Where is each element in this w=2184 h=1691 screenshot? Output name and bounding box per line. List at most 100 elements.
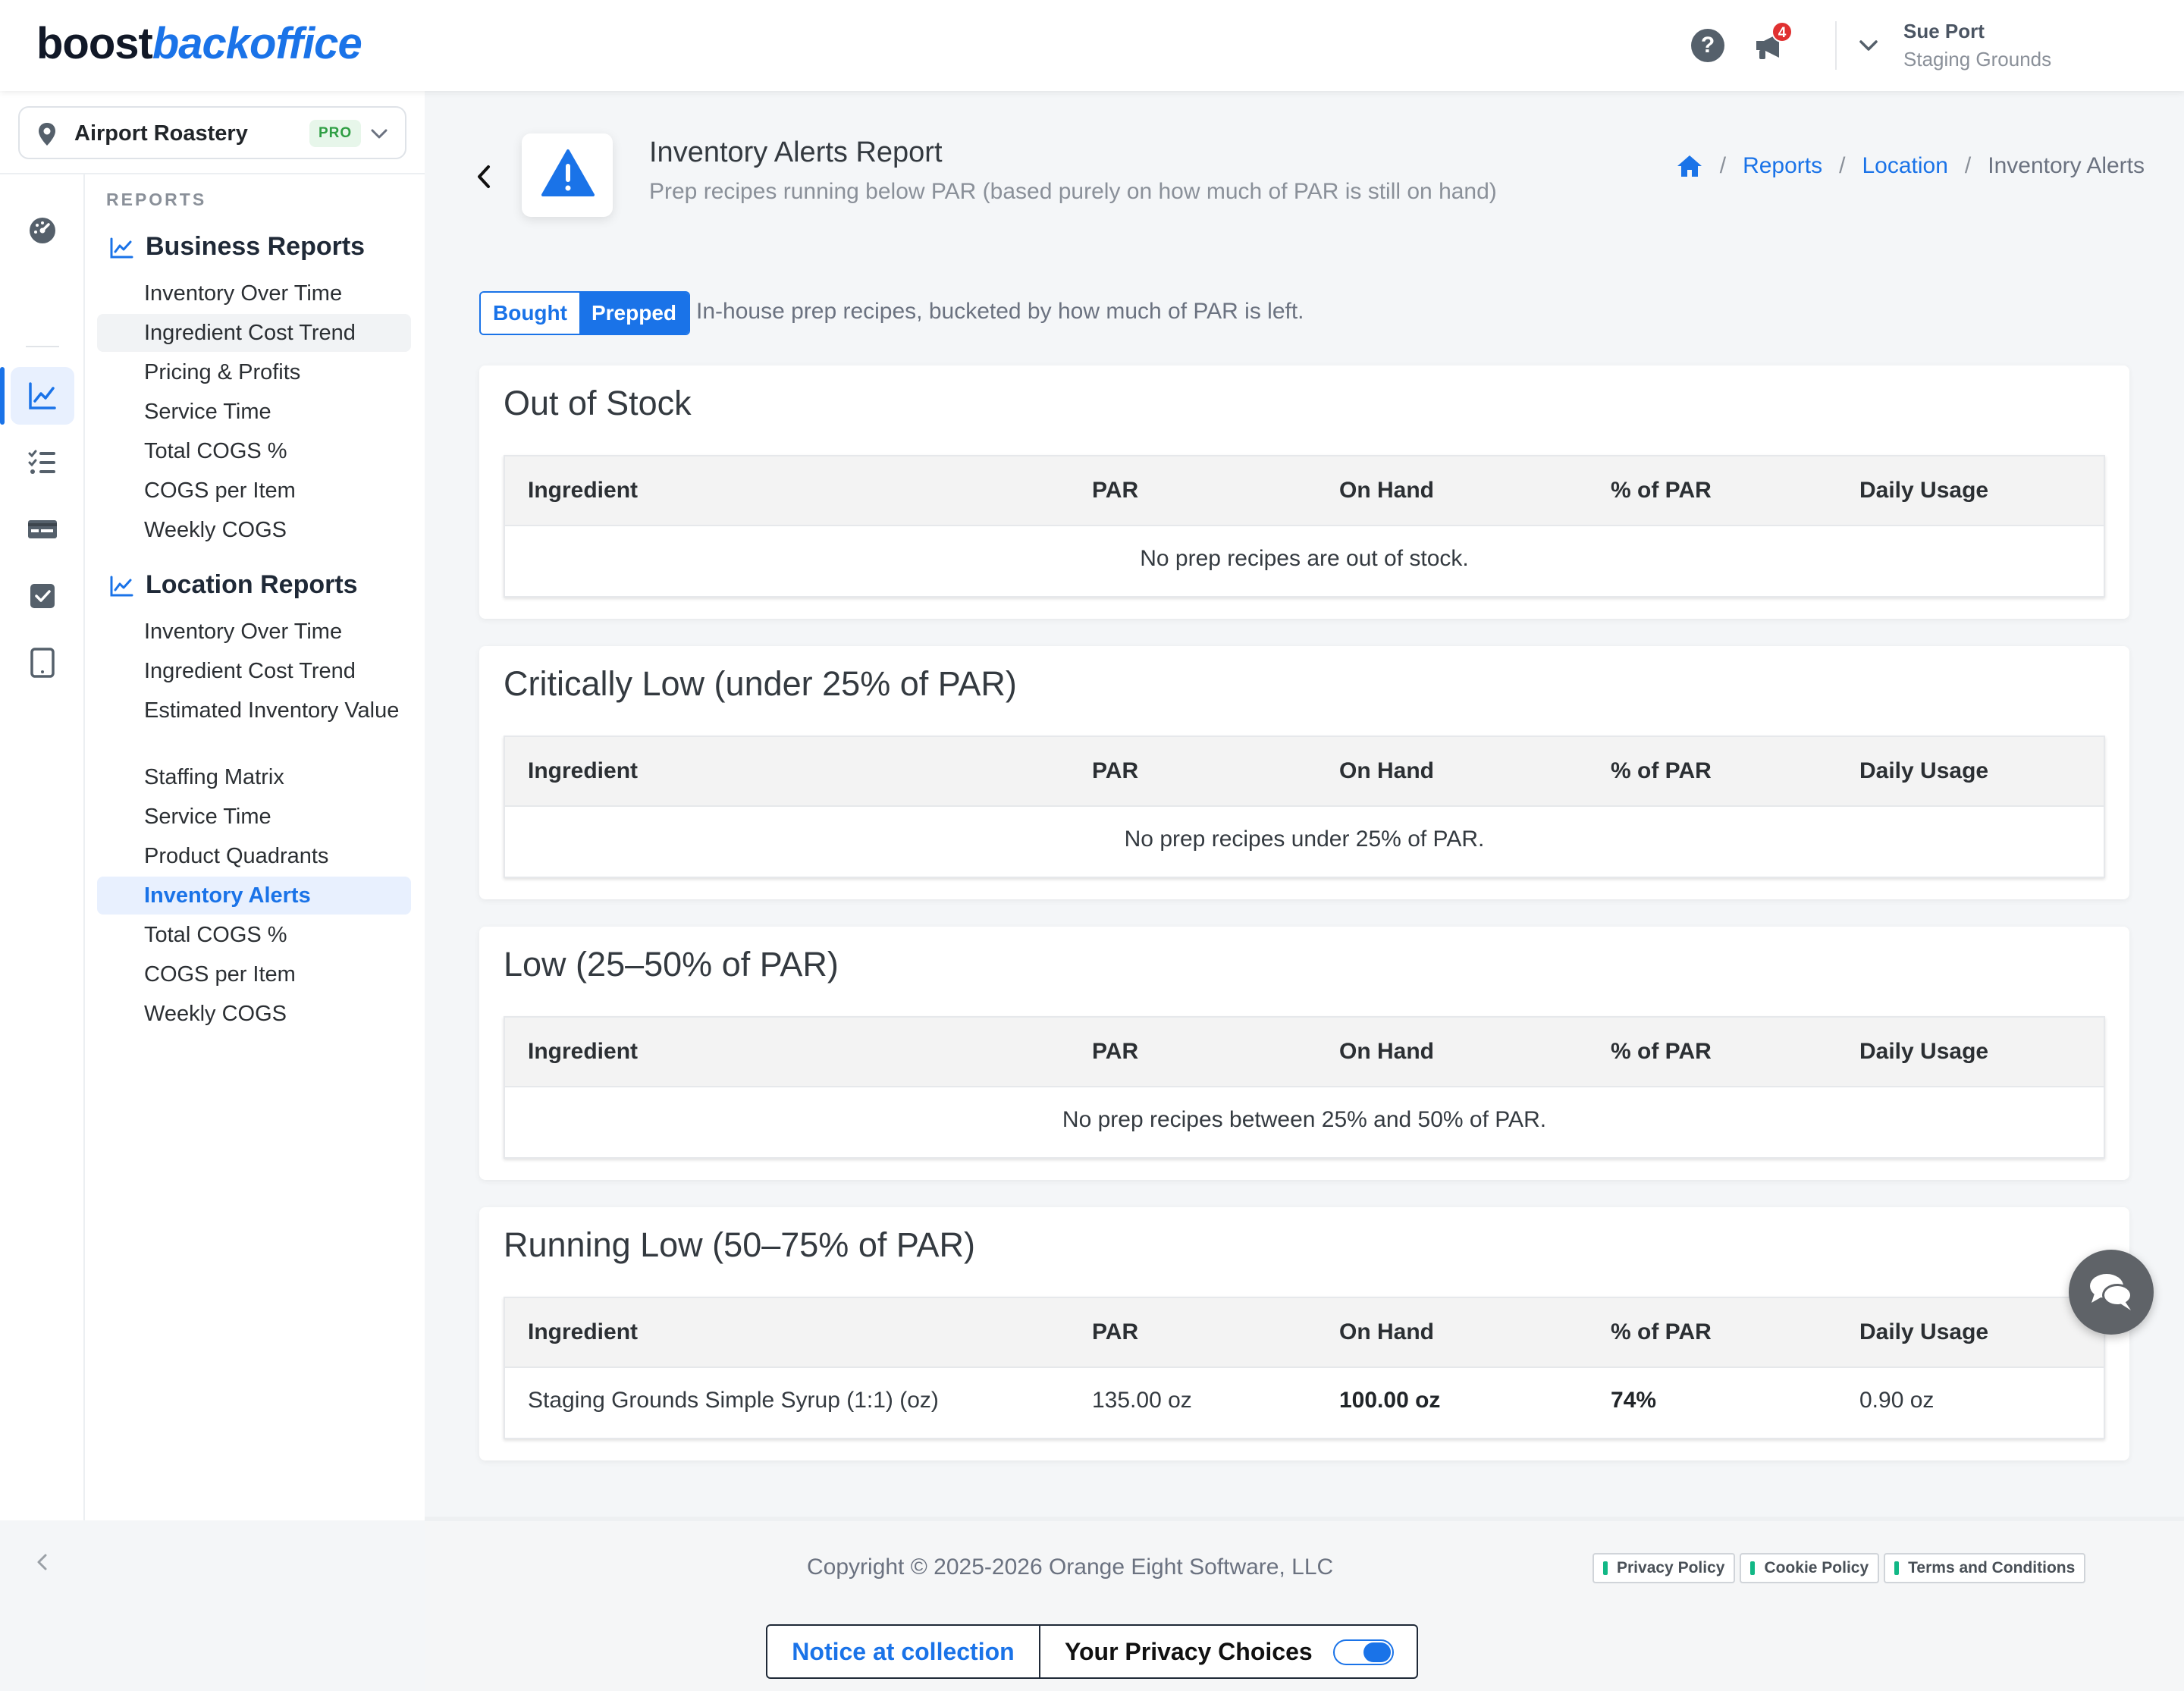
cell-par: 135.00 oz bbox=[1092, 1388, 1192, 1413]
section-card-out-of-stock: Out of Stock Ingredient PAR On Hand % of… bbox=[479, 365, 2129, 619]
table-row[interactable]: Staging Grounds Simple Syrup (1:1) (oz) … bbox=[505, 1368, 2104, 1438]
breadcrumb-reports[interactable]: Reports bbox=[1743, 153, 1822, 179]
terms-link[interactable]: Terms and Conditions bbox=[1884, 1553, 2086, 1583]
menu-item-total-cogs[interactable]: Total COGS % bbox=[97, 432, 411, 470]
logo-text-boost: boost bbox=[36, 19, 153, 68]
menu-item-service-time[interactable]: Service Time bbox=[97, 393, 411, 431]
menu-item-service-time[interactable]: Service Time bbox=[97, 798, 411, 836]
cell-ingredient: Staging Grounds Simple Syrup (1:1) (oz) bbox=[528, 1388, 939, 1413]
menu-item-total-cogs[interactable]: Total COGS % bbox=[97, 916, 411, 954]
col-on-hand[interactable]: On Hand bbox=[1339, 1039, 1434, 1065]
card-terminal-icon bbox=[28, 520, 57, 538]
page-subtitle: Prep recipes running below PAR (based pu… bbox=[649, 179, 1497, 204]
checkbox-icon bbox=[30, 584, 55, 608]
tablet-icon bbox=[30, 648, 55, 678]
rail-dashboard[interactable] bbox=[11, 202, 74, 259]
col-daily-usage[interactable]: Daily Usage bbox=[1859, 478, 1988, 504]
breadcrumb: / Reports / Location / Inventory Alerts bbox=[1676, 153, 2145, 179]
rail-checklists[interactable] bbox=[11, 434, 74, 491]
menu-item-ingredient-cost-trend[interactable]: Ingredient Cost Trend bbox=[97, 314, 411, 352]
col-daily-usage[interactable]: Daily Usage bbox=[1859, 758, 1988, 784]
menu-item-inventory-over-time[interactable]: Inventory Over Time bbox=[97, 275, 411, 312]
table-header: Ingredient PAR On Hand % of PAR Daily Us… bbox=[505, 1018, 2104, 1087]
icon-rail bbox=[0, 174, 85, 1570]
alerts-table: Ingredient PAR On Hand % of PAR Daily Us… bbox=[504, 1297, 2105, 1439]
rail-reports[interactable] bbox=[0, 367, 74, 425]
toggle-prepped-button[interactable]: Prepped bbox=[579, 293, 689, 334]
col-pct-par[interactable]: % of PAR bbox=[1611, 758, 1712, 784]
menu-item-pricing-profits[interactable]: Pricing & Profits bbox=[97, 353, 411, 391]
col-daily-usage[interactable]: Daily Usage bbox=[1859, 1319, 1988, 1345]
col-par[interactable]: PAR bbox=[1092, 1039, 1138, 1065]
notice-at-collection-link[interactable]: Notice at collection bbox=[767, 1626, 1040, 1677]
alerts-table: Ingredient PAR On Hand % of PAR Daily Us… bbox=[504, 455, 2105, 598]
app-logo[interactable]: boostbackoffice bbox=[36, 18, 362, 69]
breadcrumb-separator: / bbox=[1964, 153, 1972, 178]
reports-chart-icon bbox=[29, 382, 56, 409]
chat-button[interactable] bbox=[2069, 1250, 2154, 1335]
menu-item-estimated-inventory-value[interactable]: Estimated Inventory Value bbox=[97, 692, 411, 729]
col-pct-par[interactable]: % of PAR bbox=[1611, 478, 1712, 504]
cell-daily-usage: 0.90 oz bbox=[1859, 1388, 1935, 1413]
privacy-policy-link[interactable]: Privacy Policy bbox=[1592, 1553, 1736, 1583]
location-selector[interactable]: Airport Roastery PRO bbox=[18, 106, 406, 159]
menu-item-weekly-cogs[interactable]: Weekly COGS bbox=[97, 995, 411, 1033]
empty-message: No prep recipes are out of stock. bbox=[1140, 546, 1469, 571]
cookie-policy-link[interactable]: Cookie Policy bbox=[1740, 1553, 1880, 1583]
col-pct-par[interactable]: % of PAR bbox=[1611, 1319, 1712, 1345]
section-card-low: Low (25–50% of PAR) Ingredient PAR On Ha… bbox=[479, 927, 2129, 1180]
user-name[interactable]: Sue Port bbox=[1903, 20, 1985, 43]
cell-pct-par: 74% bbox=[1611, 1388, 1657, 1413]
section-label: Location Reports bbox=[146, 570, 358, 599]
footer: Copyright © 2025-2026 Orange Eight Softw… bbox=[425, 1517, 2184, 1691]
table-header: Ingredient PAR On Hand % of PAR Daily Us… bbox=[505, 456, 2104, 526]
col-on-hand[interactable]: On Hand bbox=[1339, 1319, 1434, 1345]
menu-item-cogs-per-item[interactable]: COGS per Item bbox=[97, 955, 411, 993]
chart-line-icon bbox=[110, 576, 133, 597]
sidebar: Airport Roastery PRO REPORTS Business Re… bbox=[0, 91, 425, 1570]
header-divider bbox=[1835, 21, 1837, 70]
col-on-hand[interactable]: On Hand bbox=[1339, 478, 1434, 504]
rail-tasks[interactable] bbox=[11, 567, 74, 625]
col-ingredient[interactable]: Ingredient bbox=[528, 1319, 638, 1345]
col-ingredient[interactable]: Ingredient bbox=[528, 758, 638, 784]
chart-line-icon bbox=[110, 237, 133, 259]
rail-devices[interactable] bbox=[11, 634, 74, 692]
home-icon[interactable] bbox=[1676, 154, 1703, 178]
menu-item-weekly-cogs[interactable]: Weekly COGS bbox=[97, 511, 411, 549]
page-icon-box bbox=[522, 133, 613, 217]
menu-item-ingredient-cost-trend[interactable]: Ingredient Cost Trend bbox=[97, 652, 411, 690]
breadcrumb-separator: / bbox=[1719, 153, 1727, 178]
col-par[interactable]: PAR bbox=[1092, 1319, 1138, 1345]
back-arrow-icon[interactable] bbox=[470, 159, 497, 194]
menu-item-staffing-matrix[interactable]: Staffing Matrix bbox=[97, 758, 411, 796]
breadcrumb-separator: / bbox=[1839, 153, 1846, 178]
privacy-choices-link[interactable]: Your Privacy Choices bbox=[1040, 1626, 1417, 1677]
menu-heading: REPORTS bbox=[106, 190, 207, 209]
col-daily-usage[interactable]: Daily Usage bbox=[1859, 1039, 1988, 1065]
privacy-toggle-icon[interactable] bbox=[1333, 1639, 1394, 1665]
rail-terminal[interactable] bbox=[11, 500, 74, 558]
col-on-hand[interactable]: On Hand bbox=[1339, 758, 1434, 784]
col-ingredient[interactable]: Ingredient bbox=[528, 1039, 638, 1065]
page-title: Inventory Alerts Report bbox=[649, 136, 943, 168]
chevron-down-icon[interactable] bbox=[1856, 33, 1881, 58]
menu-item-inventory-over-time[interactable]: Inventory Over Time bbox=[97, 613, 411, 651]
col-ingredient[interactable]: Ingredient bbox=[528, 478, 638, 504]
col-par[interactable]: PAR bbox=[1092, 758, 1138, 784]
menu-item-product-quadrants[interactable]: Product Quadrants bbox=[97, 837, 411, 875]
section-label: Business Reports bbox=[146, 232, 366, 261]
col-pct-par[interactable]: % of PAR bbox=[1611, 1039, 1712, 1065]
menu-item-cogs-per-item[interactable]: COGS per Item bbox=[97, 472, 411, 510]
col-par[interactable]: PAR bbox=[1092, 478, 1138, 504]
toggle-bought-button[interactable]: Bought bbox=[481, 293, 579, 334]
empty-message: No prep recipes under 25% of PAR. bbox=[1124, 827, 1485, 852]
rail-divider bbox=[26, 346, 59, 347]
menu-item-inventory-alerts[interactable]: Inventory Alerts bbox=[97, 877, 411, 915]
section-title: Out of Stock bbox=[504, 384, 692, 422]
copyright-text: Copyright © 2025-2026 Orange Eight Softw… bbox=[807, 1555, 1334, 1580]
toggle-description: In-house prep recipes, bucketed by how m… bbox=[696, 299, 1304, 324]
collapse-sidebar-icon[interactable] bbox=[30, 1550, 55, 1574]
help-icon[interactable]: ? bbox=[1691, 29, 1724, 62]
breadcrumb-location[interactable]: Location bbox=[1862, 153, 1947, 179]
